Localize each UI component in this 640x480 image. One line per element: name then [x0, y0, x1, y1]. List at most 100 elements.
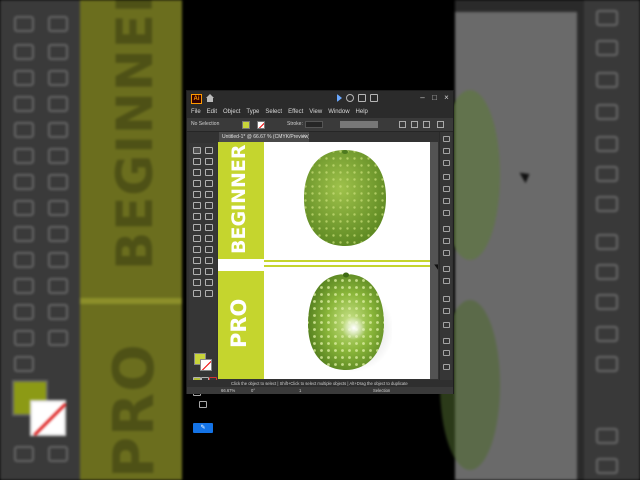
menu-select[interactable]: Select	[265, 107, 282, 118]
transform-panel-icon[interactable]	[443, 322, 450, 328]
hand-tool-icon[interactable]	[193, 290, 201, 297]
libraries-icon[interactable]	[443, 160, 450, 166]
illustrator-logo: Ai	[191, 94, 202, 104]
magic-wand-tool-icon[interactable]	[193, 158, 201, 165]
direct-selection-tool-icon[interactable]	[205, 147, 213, 154]
rotation-angle[interactable]: 0°	[251, 387, 255, 394]
gradient-tool-icon[interactable]	[205, 246, 213, 253]
tools-panel: ✎	[189, 143, 217, 433]
mouse-cursor-icon	[434, 261, 438, 271]
symbol-sprayer-tool-icon[interactable]	[193, 268, 201, 275]
screen-mode-icon[interactable]	[199, 401, 207, 408]
edit-toolbar-button[interactable]: ✎	[193, 423, 213, 433]
stroke-swatch[interactable]	[257, 121, 265, 129]
align-panel-icon[interactable]	[443, 296, 450, 302]
layers-icon[interactable]	[443, 148, 450, 154]
graphic-styles-icon[interactable]	[443, 278, 450, 284]
menu-edit[interactable]: Edit	[207, 107, 217, 118]
rotate-tool-icon[interactable]	[193, 213, 201, 220]
arrange-menu-icon[interactable]	[423, 121, 430, 128]
perspective-grid-tool-icon[interactable]	[205, 235, 213, 242]
pro-lime-image[interactable]	[304, 270, 392, 374]
pen-tool-icon[interactable]	[193, 169, 201, 176]
workspace-icon[interactable]	[370, 94, 378, 102]
asset-export-icon[interactable]	[443, 350, 450, 356]
canvas-area[interactable]: BEGINNER PRO	[218, 142, 438, 379]
column-graph-tool-icon[interactable]	[205, 268, 213, 275]
arrange-icon[interactable]	[358, 94, 366, 102]
maximize-button[interactable]: □	[430, 92, 439, 104]
close-button[interactable]: ×	[442, 92, 451, 104]
fill-swatch[interactable]	[242, 121, 250, 129]
artboard-number[interactable]: 1	[299, 387, 301, 394]
status-bar: 66.67% 0° 1 Selection	[187, 387, 453, 394]
eraser-tool-icon[interactable]	[205, 202, 213, 209]
stroke-icon[interactable]	[443, 226, 450, 232]
appearance-icon[interactable]	[443, 266, 450, 272]
symbols-icon[interactable]	[443, 210, 450, 216]
minimize-button[interactable]: –	[418, 92, 427, 104]
type-tool-icon[interactable]	[193, 180, 201, 187]
menu-type[interactable]: Type	[246, 107, 259, 118]
properties-icon[interactable]	[443, 136, 450, 142]
width-tool-icon[interactable]	[193, 224, 201, 231]
shape-builder-tool-icon[interactable]	[193, 235, 201, 242]
color-icon[interactable]	[443, 174, 450, 180]
transform-icon[interactable]	[411, 121, 418, 128]
more-options-icon[interactable]	[437, 121, 444, 128]
eyedropper-tool-icon[interactable]	[193, 257, 201, 264]
rectangle-tool-icon[interactable]	[193, 191, 201, 198]
hint-bar: Click the object to select | Shift+Click…	[187, 380, 453, 387]
menu-help[interactable]: Help	[356, 107, 368, 118]
stroke-weight-field[interactable]	[305, 121, 323, 128]
free-transform-tool-icon[interactable]	[205, 224, 213, 231]
swatches-icon[interactable]	[443, 186, 450, 192]
paintbrush-tool-icon[interactable]	[205, 191, 213, 198]
selection-status: No Selection	[191, 121, 220, 127]
lasso-tool-icon[interactable]	[205, 158, 213, 165]
blend-tool-icon[interactable]	[205, 257, 213, 264]
control-bar: No Selection Stroke:	[187, 118, 453, 132]
background-stroke-swatch	[30, 400, 66, 436]
menu-window[interactable]: Window	[328, 107, 349, 118]
curvature-tool-icon[interactable]	[205, 169, 213, 176]
background-word-beginner: BEGINNER	[106, 0, 164, 270]
transparency-icon[interactable]	[443, 250, 450, 256]
share-icon[interactable]	[337, 94, 342, 102]
zoom-level[interactable]: 66.67%	[221, 387, 235, 394]
menu-file[interactable]: File	[191, 107, 201, 118]
mesh-tool-icon[interactable]	[193, 246, 201, 253]
menu-bar: File Edit Object Type Select Effect View…	[187, 107, 453, 118]
zoom-tool-icon[interactable]	[205, 290, 213, 297]
menu-object[interactable]: Object	[223, 107, 240, 118]
titlebar-icons	[337, 94, 378, 104]
label-pro: PRO	[227, 298, 251, 348]
line-tool-icon[interactable]	[205, 180, 213, 187]
selection-tool-icon[interactable]	[193, 147, 201, 154]
stroke-color-swatch[interactable]	[200, 359, 212, 371]
scale-tool-icon[interactable]	[205, 213, 213, 220]
shaper-tool-icon[interactable]	[193, 202, 201, 209]
beginner-lime-image[interactable]	[302, 148, 388, 248]
current-tool[interactable]: Selection	[373, 387, 390, 394]
artboard[interactable]: BEGINNER PRO	[218, 142, 430, 379]
document-tab[interactable]: Untitled-1* @ 66.67 % (CMYK/Preview)	[219, 132, 309, 142]
align-icon[interactable]	[399, 121, 406, 128]
title-bar: Ai – □ ×	[187, 91, 453, 107]
opacity-field[interactable]	[340, 121, 378, 128]
layers-stack-icon[interactable]	[443, 338, 450, 344]
brushes-icon[interactable]	[443, 198, 450, 204]
menu-view[interactable]: View	[309, 107, 322, 118]
artboards-icon[interactable]	[443, 364, 450, 370]
gradient-icon[interactable]	[443, 238, 450, 244]
stroke-label: Stroke:	[287, 121, 303, 127]
label-beginner: BEGINNER	[228, 144, 250, 254]
artboard-tool-icon[interactable]	[193, 279, 201, 286]
divider-line-bottom	[264, 265, 430, 267]
pathfinder-icon[interactable]	[443, 308, 450, 314]
search-icon[interactable]	[346, 94, 354, 102]
background-lime-band: BEGINNER PRO	[80, 0, 182, 480]
menu-effect[interactable]: Effect	[288, 107, 303, 118]
home-icon[interactable]	[206, 94, 214, 102]
slice-tool-icon[interactable]	[205, 279, 213, 286]
